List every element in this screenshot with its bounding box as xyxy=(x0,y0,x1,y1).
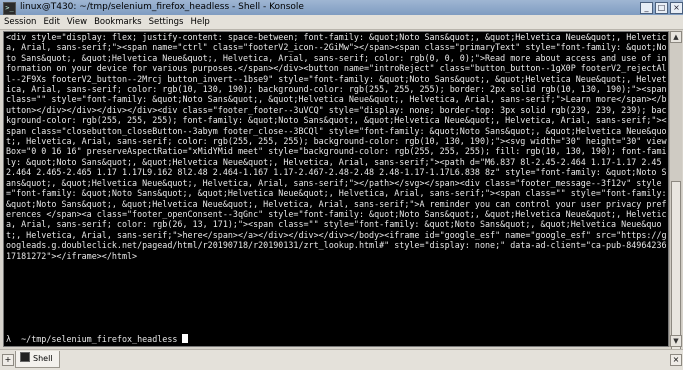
menu-edit[interactable]: Edit xyxy=(39,15,62,29)
close-tab-icon[interactable]: × xyxy=(670,354,682,366)
menu-view[interactable]: View xyxy=(63,15,90,29)
scroll-down-arrow-icon[interactable]: ▼ xyxy=(670,335,682,347)
tab-label: Shell xyxy=(33,354,53,363)
scrollbar[interactable]: ▲ ▼ xyxy=(669,31,682,365)
menu-session[interactable]: Session xyxy=(0,15,39,29)
menu-bar: Session Edit View Bookmarks Settings Help xyxy=(0,15,683,30)
maximize-button[interactable]: □ xyxy=(655,2,668,14)
title-bar[interactable]: >_ linux@T430: ~/tmp/selenium_firefox_he… xyxy=(0,0,683,15)
close-window-button[interactable]: × xyxy=(670,2,683,14)
terminal-output: <div style="display: flex; justify-conte… xyxy=(6,32,667,261)
terminal-tab-icon xyxy=(20,352,30,362)
minimize-button[interactable]: _ xyxy=(640,2,653,14)
window-title: linux@T430: ~/tmp/selenium_firefox_headl… xyxy=(20,2,304,12)
shell-prompt[interactable]: λ ~/tmp/selenium_firefox_headless xyxy=(6,334,189,344)
new-tab-icon[interactable]: + xyxy=(2,354,14,366)
prompt-text: λ ~/tmp/selenium_firefox_headless xyxy=(6,334,183,344)
terminal-area[interactable]: <div style="display: flex; justify-conte… xyxy=(3,31,669,347)
terminal-icon[interactable]: >_ xyxy=(3,2,16,15)
scroll-up-arrow-icon[interactable]: ▲ xyxy=(670,31,682,43)
text-cursor xyxy=(182,334,189,343)
tab-shell[interactable]: Shell xyxy=(15,351,60,368)
tab-bar: + Shell × xyxy=(0,349,683,370)
konsole-window: >_ linux@T430: ~/tmp/selenium_firefox_he… xyxy=(0,0,683,370)
menu-bookmarks[interactable]: Bookmarks xyxy=(90,15,145,29)
menu-settings[interactable]: Settings xyxy=(145,15,187,29)
menu-help[interactable]: Help xyxy=(186,15,212,29)
